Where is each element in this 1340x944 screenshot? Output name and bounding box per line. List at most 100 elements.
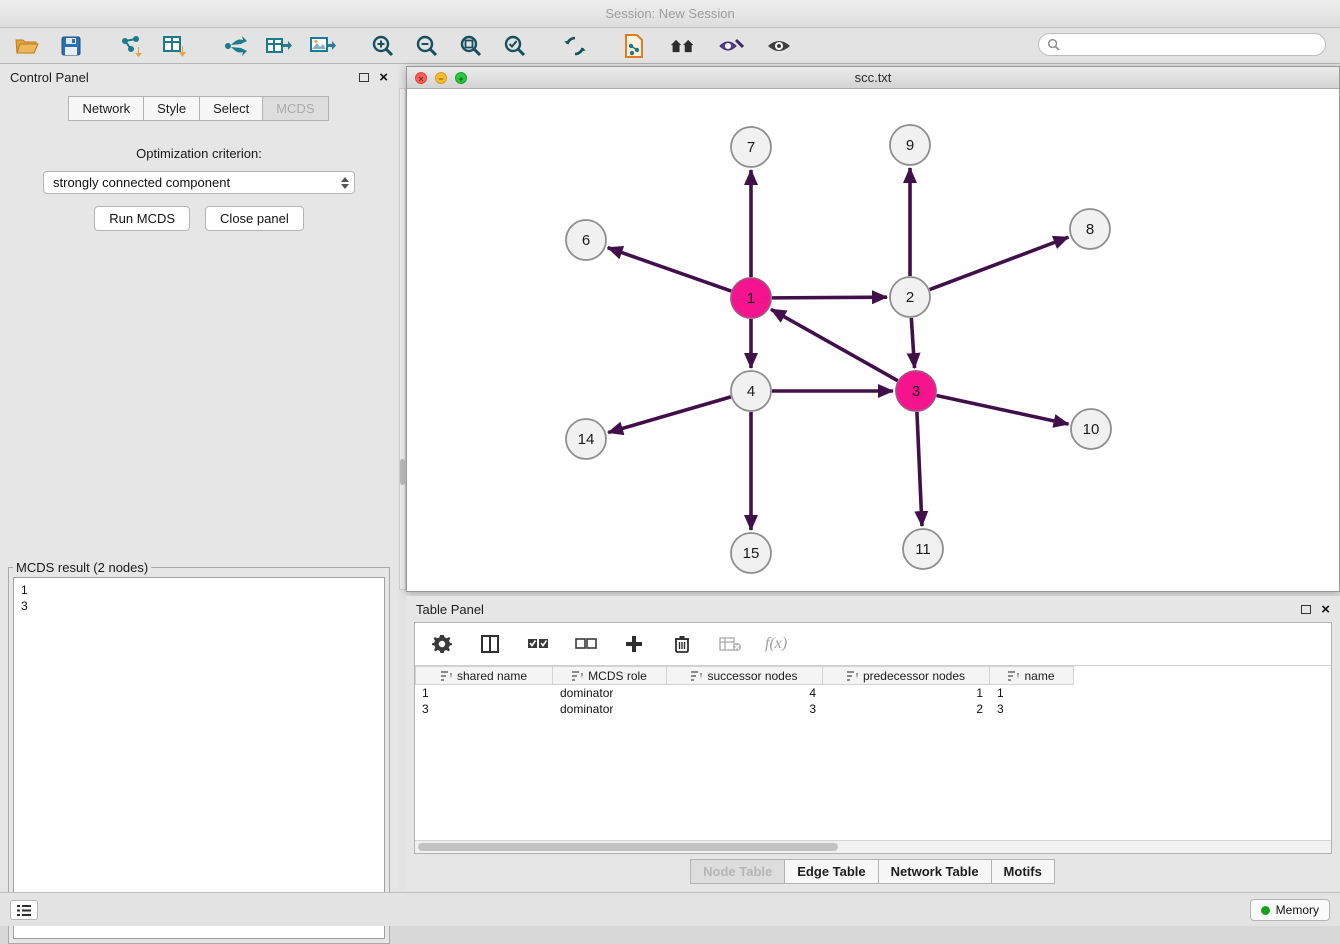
list-icon — [17, 905, 31, 916]
table-cell[interactable]: dominator — [553, 685, 667, 701]
add-icon[interactable] — [621, 631, 647, 657]
search-input[interactable] — [1065, 38, 1317, 52]
graph-node-6[interactable]: 6 — [566, 220, 606, 260]
scrollbar-handle[interactable] — [400, 459, 405, 485]
column-header-MCDS-role[interactable]: MCDS role — [553, 666, 667, 685]
zoom-out-icon[interactable] — [414, 33, 440, 59]
table-cell[interactable]: 4 — [667, 685, 823, 701]
trash-icon[interactable] — [669, 631, 695, 657]
import-table-icon[interactable] — [162, 33, 188, 59]
graph-edge-3-1[interactable] — [771, 309, 898, 380]
eye-icon[interactable] — [766, 33, 792, 59]
tab-mcds[interactable]: MCDS — [262, 96, 328, 121]
task-history-button[interactable] — [10, 900, 38, 920]
graph-node-3[interactable]: 3 — [896, 371, 936, 411]
float-panel-icon[interactable] — [359, 73, 369, 82]
tab-edge-table[interactable]: Edge Table — [784, 859, 878, 884]
table-horizontal-scrollbar[interactable] — [415, 840, 1331, 853]
open-folder-icon[interactable] — [14, 33, 40, 59]
graph-edge-3-11[interactable] — [917, 412, 922, 526]
zoom-fit-icon[interactable] — [458, 33, 484, 59]
import-network-icon[interactable] — [118, 33, 144, 59]
graph-edge-3-10[interactable] — [937, 395, 1069, 424]
graph-edge-4-14[interactable] — [608, 397, 731, 433]
graph-node-2[interactable]: 2 — [890, 277, 930, 317]
network-vertical-scrollbar[interactable] — [399, 88, 406, 590]
float-table-panel-icon[interactable] — [1301, 605, 1311, 614]
refresh-icon[interactable] — [562, 33, 588, 59]
close-window-button[interactable]: × — [415, 72, 427, 84]
apply-style-icon[interactable] — [718, 33, 744, 59]
gear-icon[interactable] — [429, 631, 455, 657]
columns-icon[interactable] — [477, 631, 503, 657]
table-cell[interactable]: 1 — [415, 685, 553, 701]
table-cell[interactable]: 3 — [415, 701, 553, 717]
node-label: 14 — [578, 431, 595, 448]
table-cell[interactable]: 3 — [667, 701, 823, 717]
table-cell[interactable]: 3 — [990, 701, 1074, 717]
zoom-window-button[interactable]: + — [455, 72, 467, 84]
tab-network[interactable]: Network — [68, 96, 144, 121]
network-graph[interactable]: 1 2 3 4 6 7 8 9 10 11 14 15 — [407, 89, 1339, 591]
graph-edge-1-2[interactable] — [772, 297, 887, 298]
main-toolbar — [0, 28, 1340, 64]
graph-edge-2-3[interactable] — [911, 318, 914, 368]
select-all-icon[interactable] — [525, 631, 551, 657]
graph-node-11[interactable]: 11 — [903, 529, 943, 569]
table-cell[interactable]: dominator — [553, 701, 667, 717]
network-file-icon[interactable] — [622, 33, 648, 59]
graph-node-15[interactable]: 15 — [731, 533, 771, 573]
column-header-predecessor-nodes[interactable]: predecessor nodes — [823, 666, 990, 685]
table-cell[interactable]: 1 — [990, 685, 1074, 701]
save-icon[interactable] — [58, 33, 84, 59]
minimize-window-button[interactable]: − — [435, 72, 447, 84]
close-panel-button[interactable]: Close panel — [205, 206, 304, 231]
run-mcds-button[interactable]: Run MCDS — [94, 206, 190, 231]
function-icon[interactable]: f(x) — [765, 635, 787, 653]
export-table-icon[interactable] — [266, 33, 292, 59]
tab-select[interactable]: Select — [199, 96, 263, 121]
graph-node-4[interactable]: 4 — [731, 371, 771, 411]
scrollbar-handle[interactable] — [418, 843, 838, 851]
graph-edge-2-8[interactable] — [930, 237, 1069, 289]
graph-node-7[interactable]: 7 — [731, 127, 771, 167]
network-canvas[interactable]: 1 2 3 4 6 7 8 9 10 11 14 15 — [407, 89, 1339, 591]
export-image-icon[interactable] — [310, 33, 336, 59]
optimization-criterion-select[interactable]: strongly connected component — [43, 171, 355, 194]
graph-node-1[interactable]: 1 — [731, 278, 771, 318]
table-panel-tabs: Node TableEdge TableNetwork TableMotifs — [406, 859, 1340, 884]
delete-column-icon[interactable] — [717, 631, 743, 657]
zoom-selected-icon[interactable] — [502, 33, 528, 59]
zoom-in-icon[interactable] — [370, 33, 396, 59]
column-header-name[interactable]: name — [990, 666, 1074, 685]
node-label: 7 — [747, 139, 755, 156]
graph-node-10[interactable]: 10 — [1071, 409, 1111, 449]
close-table-panel-icon[interactable]: × — [1321, 602, 1330, 617]
memory-button[interactable]: Memory — [1250, 899, 1330, 921]
sort-icon — [441, 671, 452, 681]
graph-edge-1-6[interactable] — [608, 248, 731, 291]
tab-node-table[interactable]: Node Table — [690, 859, 785, 884]
node-label: 8 — [1086, 221, 1094, 238]
mcds-result-text[interactable]: 1 3 — [13, 577, 385, 939]
column-header-shared-name[interactable]: shared name — [415, 666, 553, 685]
tab-style[interactable]: Style — [143, 96, 200, 121]
tab-motifs[interactable]: Motifs — [991, 859, 1055, 884]
column-header-successor-nodes[interactable]: successor nodes — [667, 666, 823, 685]
search-field[interactable] — [1038, 33, 1326, 56]
graph-node-8[interactable]: 8 — [1070, 209, 1110, 249]
table-row[interactable]: 1dominator411 — [415, 685, 1331, 701]
table-row[interactable]: 3dominator323 — [415, 701, 1331, 717]
table-cell[interactable]: 2 — [823, 701, 990, 717]
table-cell[interactable]: 1 — [823, 685, 990, 701]
node-label: 4 — [747, 383, 755, 400]
node-label: 11 — [915, 541, 931, 558]
unselect-all-icon[interactable] — [573, 631, 599, 657]
home-network-icon[interactable] — [670, 33, 696, 59]
close-panel-icon[interactable]: × — [379, 70, 388, 85]
network-window-titlebar[interactable]: × − + scc.txt — [407, 67, 1339, 89]
tab-network-table[interactable]: Network Table — [878, 859, 992, 884]
network-share-icon[interactable] — [222, 33, 248, 59]
graph-node-9[interactable]: 9 — [890, 125, 930, 165]
graph-node-14[interactable]: 14 — [566, 419, 606, 459]
